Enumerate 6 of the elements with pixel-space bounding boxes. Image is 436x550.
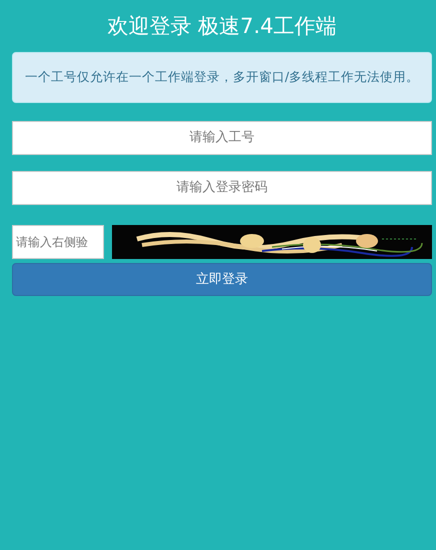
- input-field[interactable]: 请输入登录密码: [12, 170, 432, 205]
- notice-alert: 一个工号仅允许在一个工作端登录，多开窗口/多线程工作无法使用。: [12, 52, 432, 103]
- captcha-input-field[interactable]: 请输入右侧验: [12, 224, 104, 259]
- input-field[interactable]: 请输入工号: [12, 120, 432, 155]
- page-title: 欢迎登录 极速7.4工作端: [106, 13, 338, 40]
- login-button[interactable]: 立即登录: [12, 262, 432, 296]
